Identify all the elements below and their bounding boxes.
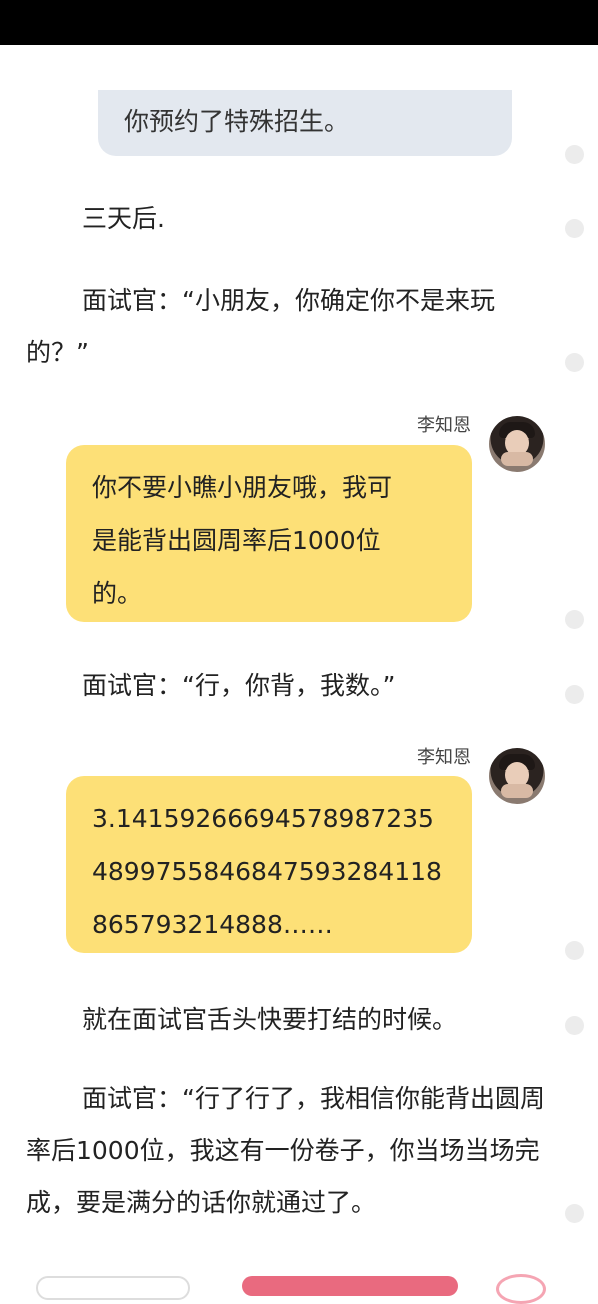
speaker-name: 李知恩 [417, 747, 471, 768]
bottom-bar [0, 1268, 598, 1304]
dialog-line: 的。 [92, 579, 143, 608]
dialog-line: 3.14159266694578987235 [92, 804, 434, 833]
dialog-line: 48997558468475932841​18 [92, 857, 442, 886]
dialog-bubble: 3.14159266694578987235 48997558468475932… [66, 776, 472, 953]
bottom-primary-button[interactable] [242, 1276, 458, 1296]
dialog-bubble: 你不要小瞧小朋友哦，我可 是能背出圆周率后1000位 的。 [66, 445, 472, 622]
comment-dot[interactable] [565, 1204, 584, 1223]
comment-dot[interactable] [565, 685, 584, 704]
narration-text: 你预约了特殊招生。 [124, 107, 350, 136]
avatar[interactable] [489, 748, 545, 804]
paragraph-text: 面试官：“行了行了，我相信你能背出圆周率后1000位，我这有一份卷子，你当场当场… [26, 1084, 545, 1217]
status-bar [0, 0, 598, 45]
narration-bubble: 你预约了特殊招生。 [98, 90, 512, 156]
paragraph-text: 面试官：“行，你背，我数。” [82, 671, 396, 700]
story-paragraph: 就在面试官舌头快要打结的时候。 [26, 994, 551, 1046]
comment-dot[interactable] [565, 941, 584, 960]
comment-dot[interactable] [565, 145, 584, 164]
comment-dot[interactable] [565, 219, 584, 238]
paragraph-text: 三天后. [82, 204, 165, 233]
avatar[interactable] [489, 416, 545, 472]
story-paragraph: 三天后. [26, 193, 551, 245]
speaker-name: 李知恩 [417, 415, 471, 436]
story-paragraph: 面试官：“小朋友，你确定你不是来玩的？” [26, 275, 551, 379]
comment-dot[interactable] [565, 1016, 584, 1035]
dialog-line: 865793214888…… [92, 910, 333, 939]
comment-dot[interactable] [565, 353, 584, 372]
comment-dot[interactable] [565, 610, 584, 629]
story-paragraph: 面试官：“行，你背，我数。” [26, 660, 551, 712]
bottom-icon-button[interactable] [496, 1274, 546, 1304]
story-paragraph: 面试官：“行了行了，我相信你能背出圆周率后1000位，我这有一份卷子，你当场当场… [26, 1073, 551, 1229]
dialog-line: 你不要小瞧小朋友哦，我可 [92, 473, 393, 502]
dialog-line: 是能背出圆周率后1000位 [92, 526, 381, 555]
paragraph-text: 面试官：“小朋友，你确定你不是来玩的？” [26, 286, 495, 367]
paragraph-text: 就在面试官舌头快要打结的时候。 [82, 1005, 458, 1034]
